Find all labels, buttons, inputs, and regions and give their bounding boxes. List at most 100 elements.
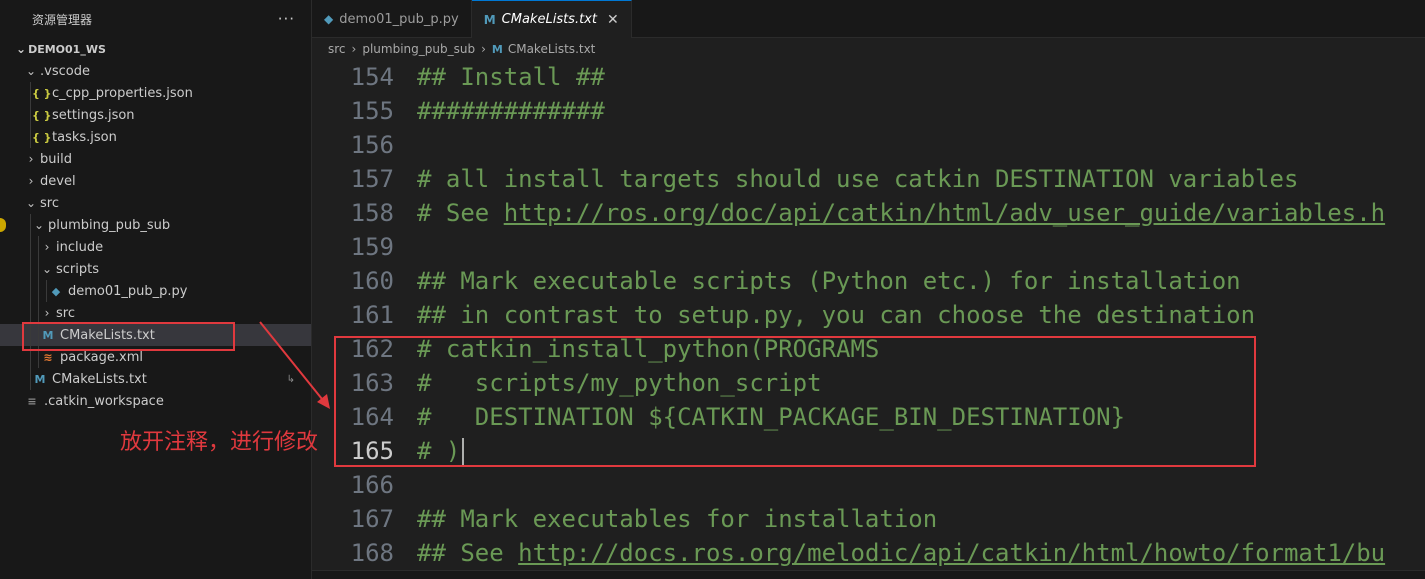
indent-guide	[30, 324, 31, 346]
tree-item-label: CMakeLists.txt	[60, 327, 155, 343]
indent-guide	[46, 280, 47, 302]
tree-file-tasks-json[interactable]: { } tasks.json	[0, 126, 311, 148]
code-text: ## Mark executables for installation	[417, 505, 937, 533]
code-line[interactable]: 163 # scripts/my_python_script	[312, 366, 822, 400]
tree-item-label: scripts	[56, 261, 99, 277]
tree-item-label: src	[40, 195, 59, 211]
comment-text: # scripts/my_python_script	[417, 369, 822, 397]
code-editor[interactable]: 154 ## Install ## 155 ############# 156 157 # …	[312, 60, 1425, 570]
code-line[interactable]: 155 #############	[312, 94, 605, 128]
code-text: ## Install ##	[417, 63, 605, 91]
code-line[interactable]: 158 # See http://ros.org/doc/api/catkin/h…	[312, 196, 1385, 230]
code-text: # all install targets should use catkin …	[417, 165, 1298, 193]
line-number: 168	[350, 539, 394, 567]
tree-file-cmakelists-pkg[interactable]: M CMakeLists.txt	[0, 324, 311, 346]
tree-item-label: c_cpp_properties.json	[52, 85, 193, 101]
tree-folder-build[interactable]: › build	[0, 148, 311, 170]
file-lines-icon: ≡	[27, 394, 37, 408]
code-line[interactable]: 161 ## in contrast to setup.py, you can c…	[312, 298, 1255, 332]
cmake-icon: M	[34, 372, 46, 386]
more-actions-icon[interactable]: ···	[278, 10, 295, 28]
line-number: 159	[350, 233, 394, 261]
code-text: # See http://ros.org/doc/api/catkin/html…	[417, 199, 1385, 227]
code-line[interactable]: 166	[312, 468, 394, 502]
tree-folder-include[interactable]: › include	[0, 236, 311, 258]
file-tree: ⌄ .vscode{ } c_cpp_properties.json{ } setti…	[0, 60, 311, 412]
chevron-down-icon: ⌄	[25, 64, 37, 78]
close-icon[interactable]: ✕	[607, 12, 619, 28]
comment-text: ## Mark executables for installation	[417, 505, 938, 533]
explorer-header: 资源管理器 ···	[0, 0, 311, 38]
comment-link[interactable]: http://ros.org/doc/api/catkin/html/adv_u…	[504, 199, 1385, 227]
indent-guide	[30, 236, 31, 258]
line-number: 167	[350, 505, 394, 533]
code-text: # )	[417, 437, 465, 466]
indent-guide	[30, 104, 31, 126]
breadcrumb-item[interactable]: src	[328, 42, 346, 56]
indent-guide	[38, 280, 39, 302]
tree-item-label: settings.json	[52, 107, 135, 123]
code-line[interactable]: 167 ## Mark executables for installation	[312, 502, 938, 536]
tree-folder-inner-src[interactable]: › src	[0, 302, 311, 324]
code-line[interactable]: 165 # )	[312, 434, 465, 468]
chevron-down-icon: ⌄	[41, 262, 53, 276]
indent-guide	[38, 302, 39, 324]
tree-folder-vscode[interactable]: ⌄ .vscode	[0, 60, 311, 82]
tree-item-label: devel	[40, 173, 76, 189]
tree-file-cmakelists-src[interactable]: M CMakeLists.txt ↳	[0, 368, 311, 390]
comment-text: ## Mark executable scripts (Python etc.)…	[417, 267, 1241, 295]
line-number: 154	[350, 63, 394, 91]
tree-folder-scripts[interactable]: ⌄ scripts	[0, 258, 311, 280]
code-text: # DESTINATION ${CATKIN_PACKAGE_BIN_DESTI…	[417, 403, 1125, 431]
breadcrumb-item[interactable]: plumbing_pub_sub	[362, 42, 475, 56]
tree-folder-devel[interactable]: › devel	[0, 170, 311, 192]
tab-cmakelists[interactable]: M CMakeLists.txt ✕	[471, 0, 632, 38]
comment-text: ## Install ##	[417, 63, 605, 91]
tree-folder-src[interactable]: ⌄ src	[0, 192, 311, 214]
tree-item-label: .catkin_workspace	[44, 393, 164, 409]
tree-file-demo01-pub-p[interactable]: ◆ demo01_pub_p.py	[0, 280, 311, 302]
cmake-icon: M	[42, 328, 54, 342]
workspace-root[interactable]: ⌄ DEMO01_WS	[0, 38, 311, 60]
chevron-right-icon: ›	[44, 240, 50, 254]
tab-demo01-pub-p[interactable]: ◆ demo01_pub_p.py	[312, 0, 472, 38]
comment-text: # catkin_install_python(PROGRAMS	[417, 335, 880, 363]
json-icon: { }	[32, 86, 52, 100]
line-number: 166	[350, 471, 394, 499]
indent-guide	[30, 280, 31, 302]
code-line[interactable]: 157 # all install targets should use catk…	[312, 162, 1299, 196]
cmake-icon: M	[483, 12, 496, 27]
line-number: 161	[350, 301, 394, 329]
indent-guide	[30, 346, 31, 368]
code-line[interactable]: 160 ## Mark executable scripts (Python et…	[312, 264, 1241, 298]
tree-item-label: package.xml	[60, 349, 143, 365]
comment-text: # DESTINATION ${CATKIN_PACKAGE_BIN_DESTI…	[417, 403, 1126, 431]
tree-file-package-xml[interactable]: ≋ package.xml	[0, 346, 311, 368]
indent-guide	[30, 368, 31, 390]
breadcrumb-item[interactable]: CMakeLists.txt	[508, 42, 596, 56]
code-text: #############	[417, 97, 605, 125]
tree-file-settings-json[interactable]: { } settings.json	[0, 104, 311, 126]
code-line[interactable]: 162 # catkin_install_python(PROGRAMS	[312, 332, 880, 366]
symlink-icon: ↳	[286, 373, 295, 385]
tree-file-c-cpp-properties[interactable]: { } c_cpp_properties.json	[0, 82, 311, 104]
code-line[interactable]: 168 ## See http://docs.ros.org/melodic/ap…	[312, 536, 1385, 570]
code-line[interactable]: 159	[312, 230, 394, 264]
tree-item-label: plumbing_pub_sub	[48, 217, 171, 233]
tree-item-label: build	[40, 151, 72, 167]
tree-item-label: .vscode	[40, 63, 90, 79]
comment-link[interactable]: http://docs.ros.org/melodic/api/catkin/h…	[518, 539, 1385, 567]
code-line[interactable]: 154 ## Install ##	[312, 60, 605, 94]
text-cursor	[462, 437, 465, 466]
tree-folder-plumbing-pub-sub[interactable]: ⌄ plumbing_pub_sub	[0, 214, 311, 236]
indent-guide	[30, 126, 31, 148]
indent-guide	[38, 236, 39, 258]
tree-file-catkin-workspace[interactable]: ≡ .catkin_workspace	[0, 390, 311, 412]
line-number: 164	[350, 403, 394, 431]
code-line[interactable]: 164 # DESTINATION ${CATKIN_PACKAGE_BIN_DE…	[312, 400, 1125, 434]
tab-label: demo01_pub_p.py	[339, 11, 459, 27]
indent-guide	[30, 258, 31, 280]
chevron-right-icon: ›	[44, 306, 50, 320]
code-line[interactable]: 156	[312, 128, 394, 162]
tree-item-label: demo01_pub_p.py	[68, 283, 188, 299]
